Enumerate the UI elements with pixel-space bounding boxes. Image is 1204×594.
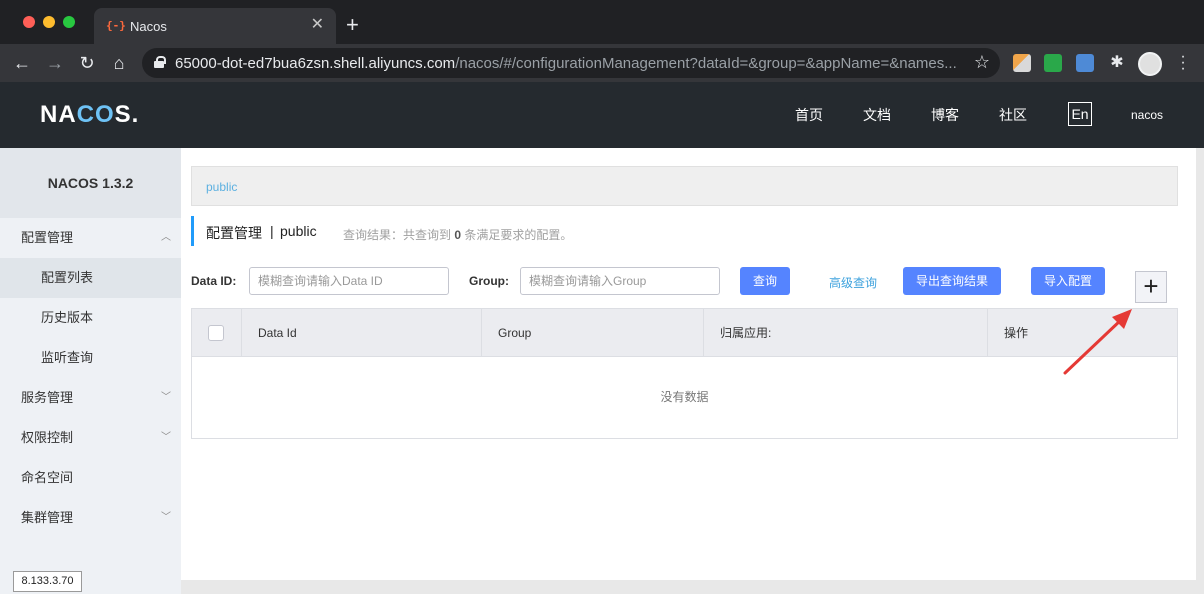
sidebar: NACOS 1.3.2 配置管理 ︿ 配置列表 历史版本 监听查询 服务管理 ﹀… [0, 148, 181, 594]
chevron-down-icon: ﹀ [161, 392, 171, 403]
sidebar-item-cluster-management[interactable]: 集群管理 ﹀ [0, 498, 181, 538]
browser-tab-bar: {-} Nacos ✕ + [0, 0, 1204, 44]
sidebar-item-label: 命名空间 [21, 470, 74, 485]
maximize-window-button[interactable] [63, 16, 75, 28]
config-table: Data Id Group 归属应用: 操作 没有数据 [191, 308, 1178, 439]
query-result-summary: 查询结果：共查询到 0 条满足要求的配置。 [343, 226, 572, 243]
title-namespace: public [280, 223, 317, 239]
page-title: 配置管理 | public [191, 216, 317, 246]
dataid-input[interactable] [249, 267, 449, 295]
table-header: Data Id Group 归属应用: 操作 [192, 309, 1177, 357]
sidebar-item-history[interactable]: 历史版本 [0, 298, 181, 338]
profile-avatar[interactable] [1138, 52, 1162, 76]
blue-extension-icon[interactable] [1076, 54, 1094, 72]
chevron-down-icon: ﹀ [161, 512, 171, 523]
logo-accent: CO [76, 101, 115, 128]
language-switch-button[interactable]: En [1068, 102, 1092, 126]
home-icon[interactable]: ⌂ [108, 52, 130, 74]
app-header: NACOS. 首页 文档 博客 社区 En nacos [0, 82, 1204, 148]
sidebar-item-label: 历史版本 [41, 310, 94, 325]
ip-address-label: 8.133.3.70 [13, 571, 82, 592]
back-icon[interactable]: ← [11, 52, 33, 74]
url-text: 65000-dot-ed7bua6zsn.shell.aliyuncs.com/… [175, 55, 957, 72]
chevron-down-icon: ﹀ [161, 432, 171, 443]
page-title-text: 配置管理 [206, 225, 262, 241]
star-icon[interactable]: ☆ [974, 52, 990, 73]
sidebar-item-access-control[interactable]: 权限控制 ﹀ [0, 418, 181, 458]
menu-icon[interactable]: · · · [1180, 49, 1186, 77]
browser-toolbar: ← → ↻ ⌂ 65000-dot-ed7bua6zsn.shell.aliyu… [0, 44, 1204, 82]
lock-icon [154, 56, 166, 68]
dataid-label: Data ID: [191, 274, 237, 288]
result-suffix: 条满足要求的配置。 [464, 228, 573, 242]
main-content: public 配置管理 | public 查询结果：共查询到 0 条满足要求的配… [181, 148, 1196, 580]
export-results-button[interactable]: 导出查询结果 [903, 267, 1001, 295]
close-window-button[interactable] [23, 16, 35, 28]
select-all-checkbox[interactable] [208, 325, 224, 341]
logo-left: NA [40, 101, 77, 128]
extensions-icon[interactable]: ✱ [1108, 54, 1126, 72]
select-all-cell [192, 309, 242, 357]
reload-icon[interactable]: ↻ [76, 52, 98, 74]
column-header-group: Group [482, 309, 704, 357]
version-title: NACOS 1.3.2 [0, 148, 181, 218]
new-tab-button[interactable]: + [346, 14, 359, 36]
result-count: 0 [454, 228, 462, 242]
nav-docs[interactable]: 文档 [863, 105, 891, 125]
tab-title: Nacos [130, 19, 167, 34]
empty-table-message: 没有数据 [660, 390, 709, 404]
logo-right: S. [114, 101, 140, 128]
red-arrow-annotation [1063, 309, 1132, 375]
sidebar-item-config-list[interactable]: 配置列表 [0, 258, 181, 298]
sidebar-item-namespace[interactable]: 命名空间 [0, 458, 181, 498]
namespace-public-link[interactable]: public [206, 180, 237, 194]
tab-close-icon[interactable]: ✕ [311, 17, 324, 33]
forward-icon[interactable]: → [44, 52, 66, 74]
user-name[interactable]: nacos [1131, 108, 1163, 122]
address-bar[interactable]: 65000-dot-ed7bua6zsn.shell.aliyuncs.com/… [142, 48, 1000, 78]
arrow-shaft [1063, 317, 1124, 375]
sidebar-item-label: 配置列表 [41, 270, 94, 285]
sidebar-item-service-management[interactable]: 服务管理 ﹀ [0, 378, 181, 418]
result-prefix: 查询结果：共查询到 [343, 228, 452, 242]
nav-blog[interactable]: 博客 [931, 105, 959, 125]
group-input[interactable] [520, 267, 720, 295]
nav-home[interactable]: 首页 [795, 105, 823, 125]
pencil-extension-icon[interactable] [1013, 54, 1031, 72]
sidebar-item-label: 权限控制 [21, 430, 74, 445]
chevron-up-icon: ︿ [161, 232, 171, 243]
namespace-bar: public [191, 166, 1178, 206]
sidebar-item-listener-query[interactable]: 监听查询 [0, 338, 181, 378]
nacos-logo[interactable]: NACOS. [40, 101, 139, 129]
nav-community[interactable]: 社区 [999, 105, 1027, 125]
nacos-favicon-icon: {-} [106, 19, 126, 32]
sidebar-item-label: 服务管理 [21, 390, 74, 405]
url-host: 65000-dot-ed7bua6zsn.shell.aliyuncs.com [175, 55, 456, 72]
column-header-dataid: Data Id [242, 309, 482, 357]
url-path: /nacos/#/configurationManagement?dataId=… [455, 55, 957, 72]
green-extension-icon[interactable] [1044, 54, 1062, 72]
group-label: Group: [469, 274, 509, 288]
minimize-window-button[interactable] [43, 16, 55, 28]
browser-tab[interactable]: {-} Nacos ✕ [94, 8, 336, 44]
search-button[interactable]: 查询 [740, 267, 790, 295]
title-separator: | [270, 223, 274, 239]
advanced-search-link[interactable]: 高级查询 [829, 274, 877, 291]
sidebar-item-label: 集群管理 [21, 510, 74, 525]
import-config-button[interactable]: 导入配置 [1031, 267, 1105, 295]
sidebar-item-config-management[interactable]: 配置管理 ︿ [0, 218, 181, 258]
column-header-app: 归属应用: [704, 309, 988, 357]
sidebar-item-label: 监听查询 [41, 350, 94, 365]
sidebar-item-label: 配置管理 [21, 230, 74, 245]
